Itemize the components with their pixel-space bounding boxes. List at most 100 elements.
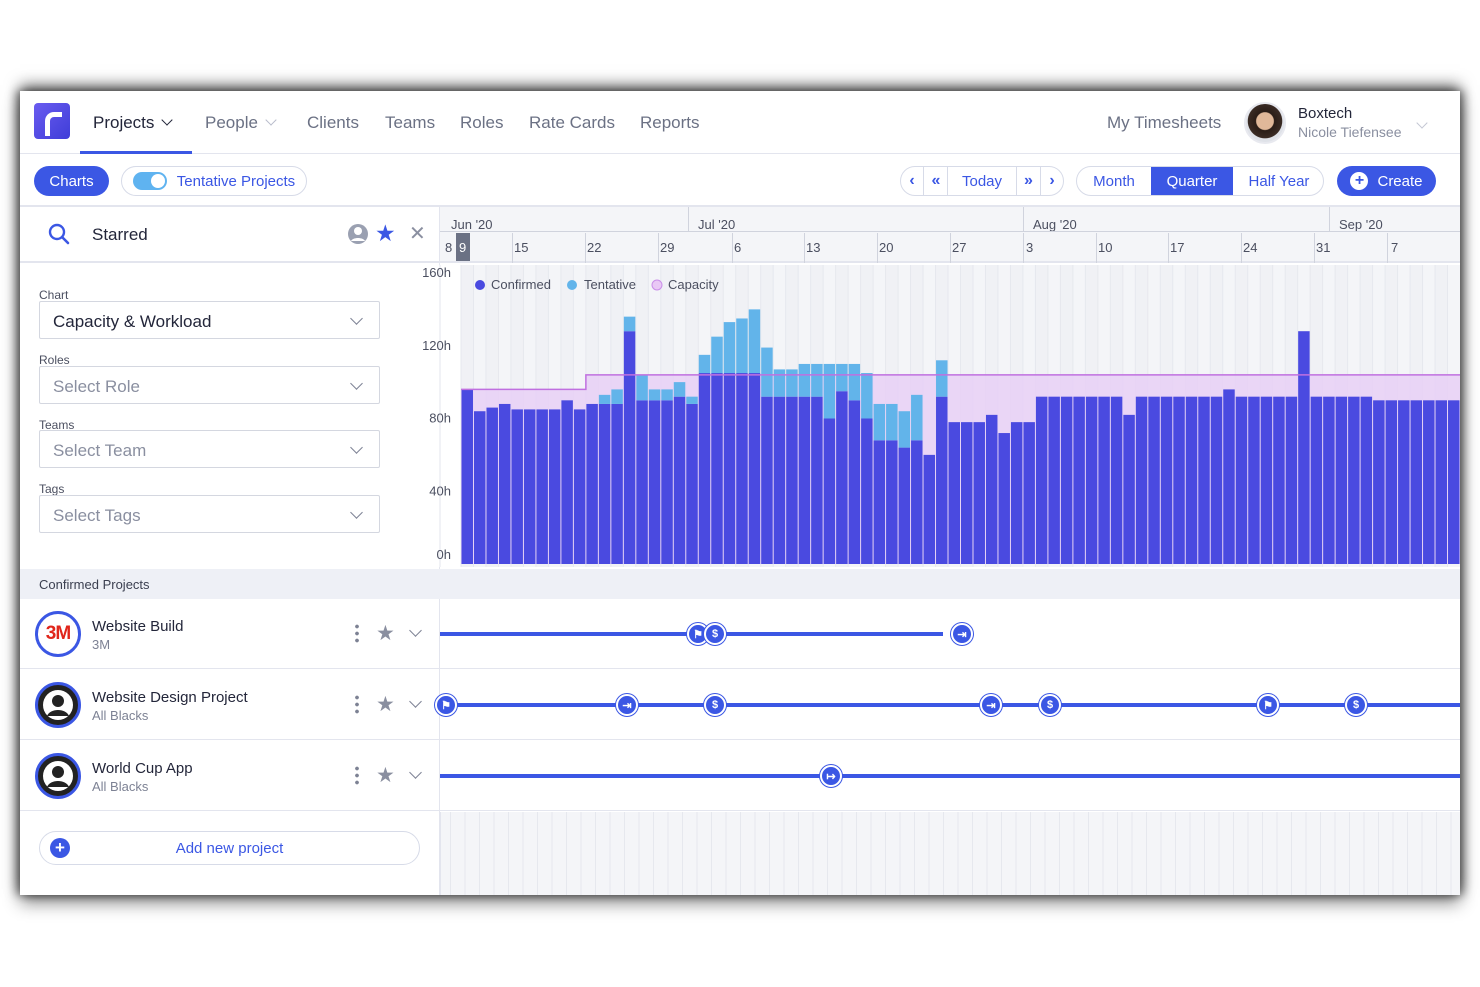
chevron-down-icon[interactable] — [409, 695, 422, 708]
dollar-milestone-icon[interactable]: $ — [704, 694, 726, 716]
project-bar[interactable] — [440, 774, 1460, 778]
confirmed-bar[interactable] — [1085, 396, 1098, 564]
confirmed-bar[interactable] — [1073, 396, 1085, 564]
nav-teams[interactable]: Teams — [385, 113, 435, 133]
confirmed-bar[interactable] — [1335, 396, 1348, 564]
confirmed-bar[interactable] — [598, 403, 611, 564]
tentative-bar[interactable] — [661, 389, 673, 401]
confirmed-bar[interactable] — [1023, 422, 1035, 564]
account-chevron-down-icon[interactable] — [1416, 117, 1428, 129]
confirmed-bar[interactable] — [898, 447, 911, 564]
project-name[interactable]: Website Design Project — [92, 689, 248, 706]
chevron-down-icon[interactable] — [409, 624, 422, 637]
person-filter-icon[interactable] — [347, 223, 369, 245]
confirmed-bar[interactable] — [786, 396, 798, 564]
confirmed-bar[interactable] — [686, 403, 698, 564]
search-icon[interactable] — [48, 223, 70, 245]
confirmed-bar[interactable] — [1060, 396, 1073, 564]
confirmed-bar[interactable] — [1323, 396, 1335, 564]
nav-clients[interactable]: Clients — [307, 113, 359, 133]
nav-roles[interactable]: Roles — [460, 113, 503, 133]
more-options-icon[interactable] — [355, 623, 359, 643]
next-icon[interactable]: › — [1041, 166, 1063, 196]
nav-reports[interactable]: Reports — [640, 113, 700, 133]
confirmed-bar[interactable] — [1448, 400, 1460, 564]
confirmed-bar[interactable] — [1098, 396, 1110, 564]
confirmed-bar[interactable] — [861, 418, 873, 565]
more-options-icon[interactable] — [355, 694, 359, 714]
flag-milestone-icon[interactable]: ⚑ — [435, 694, 457, 716]
confirmed-bar[interactable] — [761, 396, 773, 564]
confirmed-bar[interactable] — [561, 400, 573, 564]
end-milestone-icon[interactable]: ⇥ — [951, 623, 973, 645]
star-icon[interactable]: ★ — [376, 692, 395, 717]
prev-icon[interactable]: ‹ — [900, 166, 924, 196]
tags-select[interactable]: Select Tags — [39, 495, 380, 533]
confirmed-bar[interactable] — [1348, 396, 1360, 564]
close-icon[interactable]: ✕ — [409, 221, 426, 246]
confirmed-bar[interactable] — [1248, 396, 1260, 564]
next-fast-icon[interactable]: » — [1017, 166, 1040, 196]
nav-projects[interactable]: Projects — [93, 113, 174, 133]
dollar-milestone-icon[interactable]: $ — [1039, 694, 1061, 716]
roles-select[interactable]: Select Role — [39, 366, 380, 404]
confirmed-bar[interactable] — [1148, 396, 1160, 564]
confirmed-bar[interactable] — [985, 414, 998, 564]
confirmed-bar[interactable] — [1435, 400, 1448, 564]
chart-select[interactable]: Capacity & Workload — [39, 301, 380, 339]
view-quarter[interactable]: Quarter — [1151, 167, 1233, 195]
more-options-icon[interactable] — [355, 765, 359, 785]
confirmed-bar[interactable] — [586, 403, 598, 564]
confirmed-bar[interactable] — [1410, 400, 1423, 564]
project-row[interactable]: World Cup App All Blacks ★ — [20, 741, 440, 811]
confirmed-bar[interactable] — [961, 422, 973, 564]
confirmed-bar[interactable] — [1235, 396, 1248, 564]
confirmed-bar[interactable] — [1035, 396, 1048, 564]
confirmed-bar[interactable] — [936, 396, 948, 564]
confirmed-bar[interactable] — [473, 411, 486, 564]
confirmed-bar[interactable] — [573, 409, 586, 564]
confirmed-bar[interactable] — [823, 418, 836, 565]
confirmed-bar[interactable] — [1110, 396, 1123, 564]
confirmed-bar[interactable] — [623, 331, 636, 564]
confirmed-bar[interactable] — [1173, 396, 1185, 564]
confirmed-bar[interactable] — [948, 422, 960, 564]
tentative-bar[interactable] — [748, 309, 761, 374]
confirmed-bar[interactable] — [1360, 396, 1373, 564]
star-filter-icon[interactable]: ★ — [375, 220, 396, 247]
end-milestone-icon[interactable]: ⇥ — [980, 694, 1002, 716]
tentative-bar[interactable] — [698, 354, 711, 374]
confirmed-bar[interactable] — [1310, 396, 1323, 564]
confirmed-bar[interactable] — [648, 400, 661, 564]
tentative-bar[interactable] — [911, 394, 923, 441]
app-logo[interactable] — [34, 103, 70, 139]
confirmed-bar[interactable] — [1285, 396, 1298, 564]
confirmed-bar[interactable] — [511, 409, 523, 564]
flag-milestone-icon[interactable]: ⚑ — [1257, 694, 1279, 716]
confirmed-bar[interactable] — [1223, 389, 1235, 564]
tentative-bar[interactable] — [648, 389, 661, 401]
confirmed-bar[interactable] — [611, 403, 623, 564]
nav-my-timesheets[interactable]: My Timesheets — [1107, 113, 1221, 133]
star-icon[interactable]: ★ — [376, 621, 395, 646]
today-button[interactable]: Today — [948, 166, 1016, 196]
confirmed-bar[interactable] — [886, 440, 898, 564]
project-name[interactable]: World Cup App — [92, 760, 193, 777]
tentative-bar[interactable] — [823, 363, 836, 419]
project-row[interactable]: 3M Website Build 3M ★ — [20, 599, 440, 669]
confirmed-bar[interactable] — [486, 407, 498, 564]
confirmed-bar[interactable] — [673, 396, 686, 564]
tentative-bar[interactable] — [886, 403, 898, 441]
confirmed-bar[interactable] — [1385, 400, 1398, 564]
tentative-bar[interactable] — [836, 363, 848, 392]
tentative-bar[interactable] — [848, 363, 861, 401]
star-icon[interactable]: ★ — [376, 763, 395, 788]
tentative-bar[interactable] — [736, 318, 748, 374]
confirmed-bar[interactable] — [636, 400, 648, 564]
confirmed-bar[interactable] — [848, 400, 861, 564]
view-half-year[interactable]: Half Year — [1234, 166, 1324, 196]
start-milestone-icon[interactable]: ↦ — [820, 765, 842, 787]
confirmed-bar[interactable] — [661, 400, 673, 564]
confirmed-bar[interactable] — [998, 433, 1010, 564]
tentative-projects-toggle[interactable]: Tentative Projects — [121, 166, 307, 196]
